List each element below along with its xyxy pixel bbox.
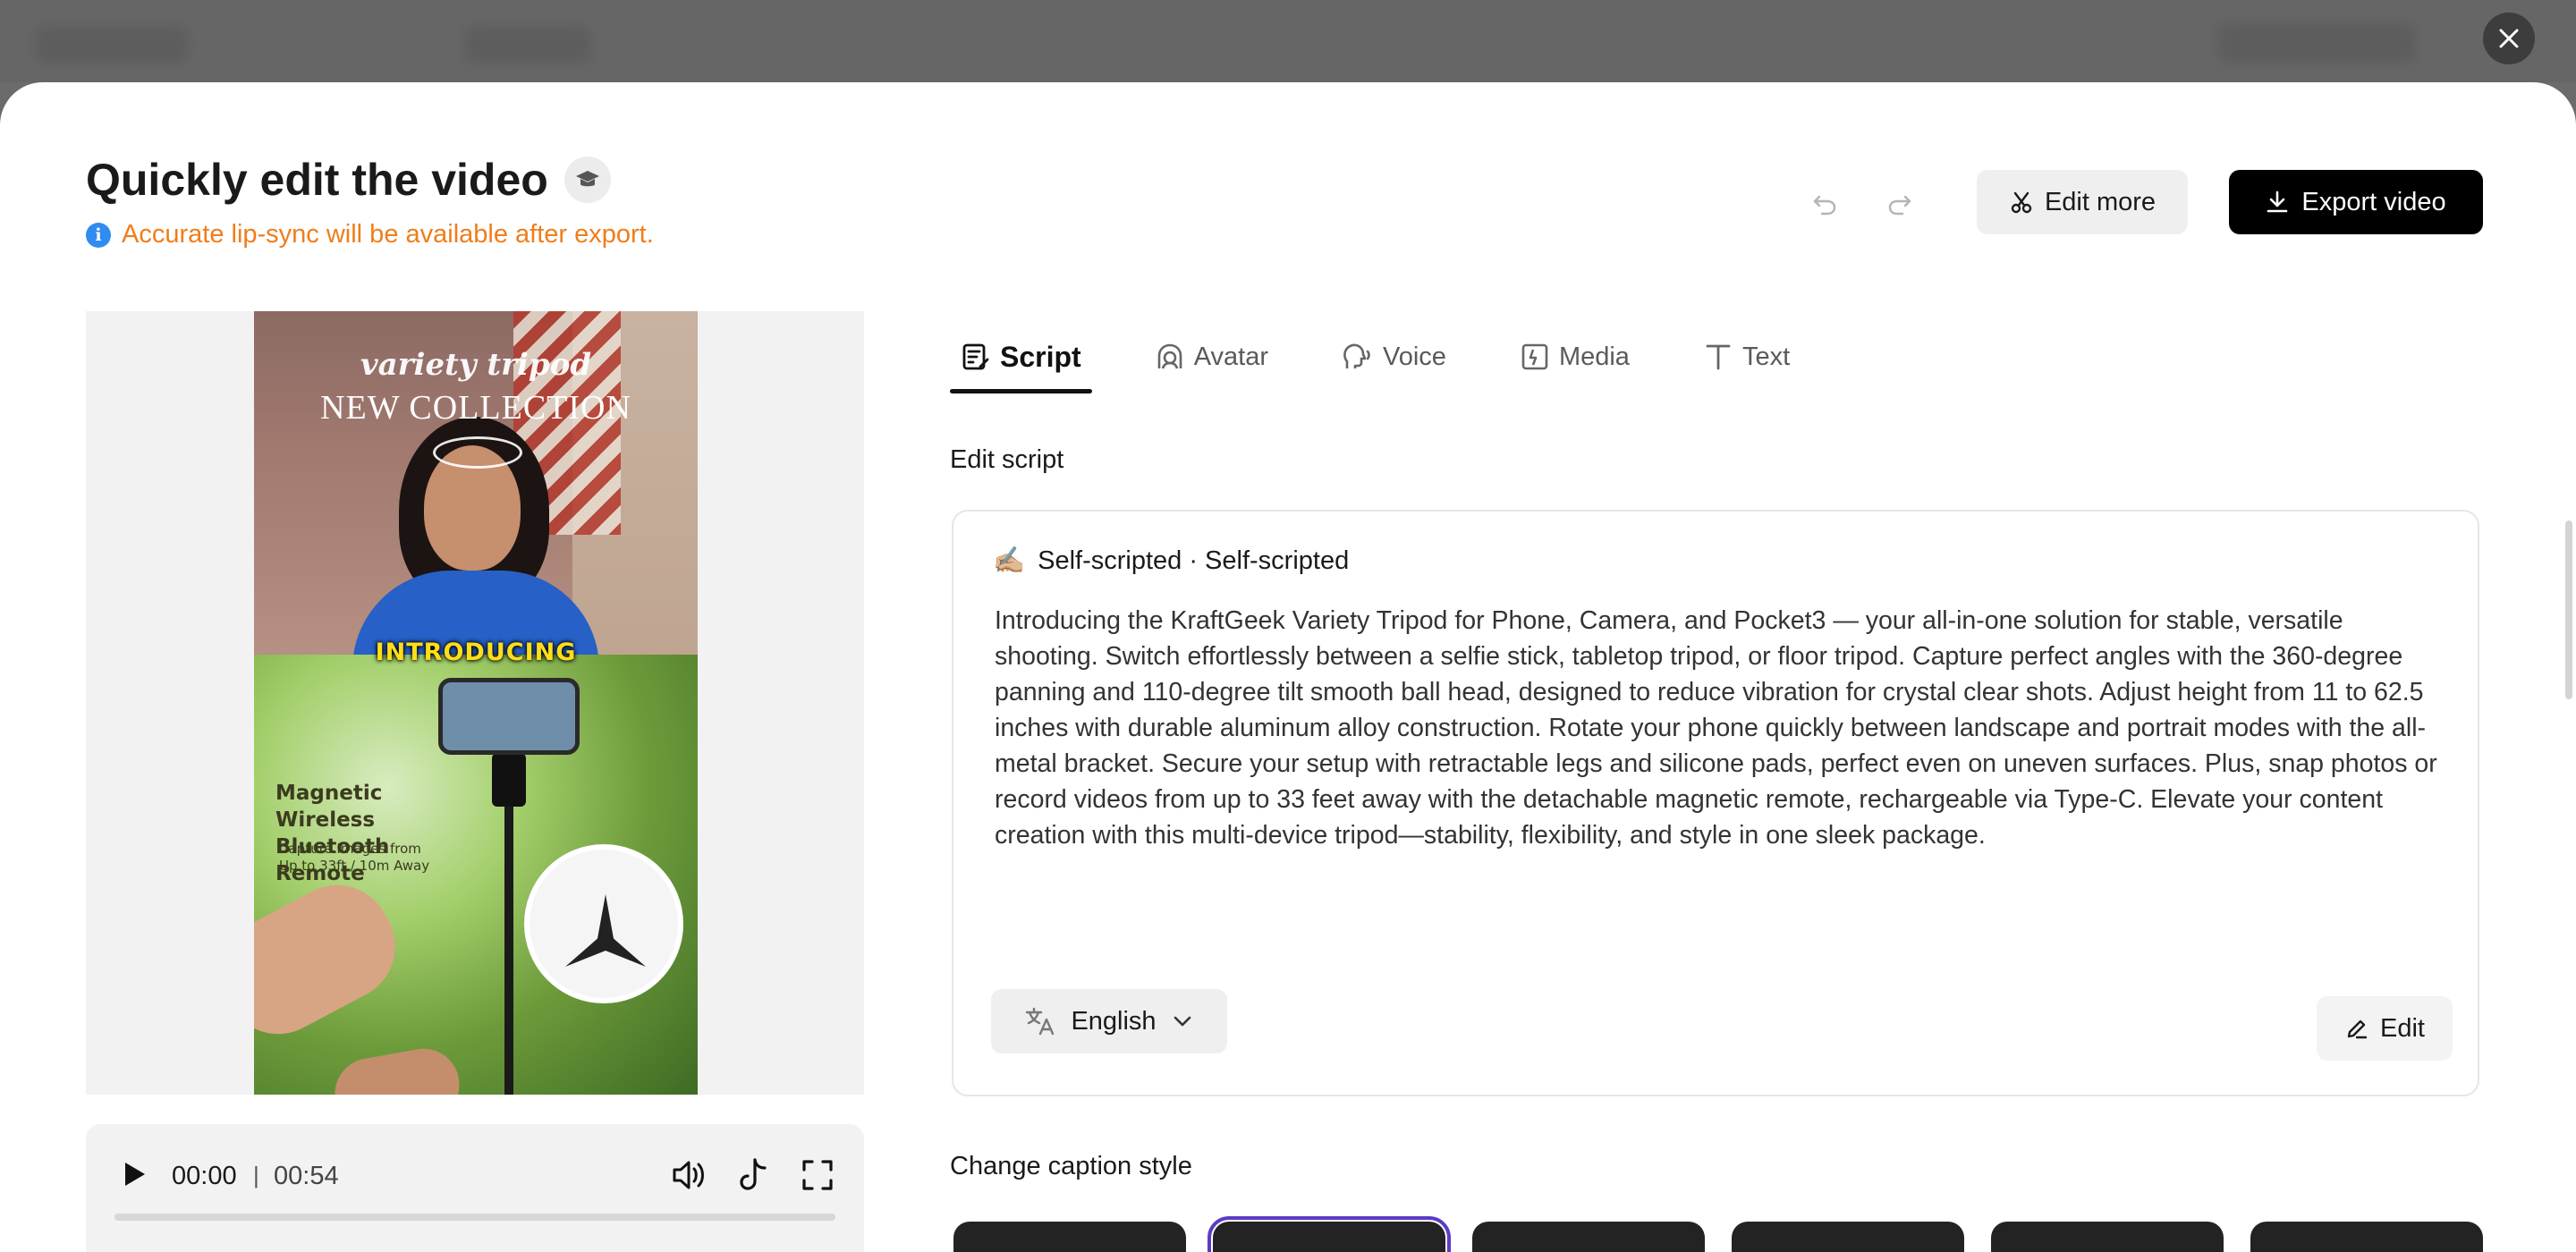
redo-icon bbox=[1888, 195, 1911, 216]
scissors-icon bbox=[2011, 191, 2032, 214]
caption-style-option[interactable] bbox=[1991, 1222, 2224, 1252]
close-modal-button[interactable] bbox=[2483, 13, 2535, 64]
close-icon bbox=[2499, 29, 2519, 48]
tripod-closeup bbox=[524, 844, 683, 1003]
caption-style-heading: Change caption style bbox=[950, 1152, 1192, 1180]
undo-button[interactable] bbox=[1803, 182, 1846, 225]
overlay-title-line1: variety tripod bbox=[360, 347, 592, 383]
edit-more-label: Edit more bbox=[2044, 187, 2157, 216]
script-body-text: Introducing the KraftGeek Variety Tripod… bbox=[995, 606, 2437, 850]
script-heading: ✍🏼 Self-scripted · Self-scripted bbox=[993, 546, 1349, 576]
caption-style-option[interactable] bbox=[953, 1222, 1186, 1252]
overlay-title-line2: NEW COLLECTION bbox=[320, 389, 631, 427]
title-row: Quickly edit the video bbox=[86, 154, 611, 206]
tab-avatar-label: Avatar bbox=[1193, 342, 1268, 371]
tab-text[interactable]: Text bbox=[1692, 326, 1801, 388]
redo-button[interactable] bbox=[1878, 182, 1921, 225]
volume-icon bbox=[673, 1161, 704, 1189]
tiktok-preview-button[interactable] bbox=[735, 1156, 771, 1194]
time-separator: | bbox=[253, 1162, 259, 1189]
play-icon bbox=[125, 1163, 145, 1186]
tiktok-icon bbox=[740, 1158, 767, 1190]
script-card: ✍🏼 Self-scripted · Self-scripted Introdu… bbox=[952, 510, 2479, 1096]
edit-script-heading: Edit script bbox=[950, 445, 1064, 474]
video-player-controls: 00:00 | 00:54 bbox=[86, 1124, 864, 1252]
graduation-cap-icon bbox=[575, 171, 599, 187]
edit-label: Edit bbox=[2380, 1013, 2425, 1043]
chevron-down-icon bbox=[1174, 1016, 1191, 1027]
volume-button[interactable] bbox=[669, 1156, 707, 1194]
tutorial-button[interactable] bbox=[564, 156, 611, 203]
tab-media[interactable]: Media bbox=[1509, 326, 1640, 388]
caption-style-option-selected[interactable] bbox=[1208, 1216, 1451, 1252]
media-icon bbox=[1521, 343, 1548, 370]
overlay-feature-subtitle: Capture Images from Up to 33ft / 10m Awa… bbox=[279, 841, 430, 874]
tab-script-label: Script bbox=[1000, 340, 1081, 373]
download-icon bbox=[2267, 190, 2288, 213]
scrollbar[interactable] bbox=[2565, 520, 2572, 699]
edit-more-button[interactable]: Edit more bbox=[1977, 170, 2188, 234]
tripod-pole bbox=[504, 776, 513, 1095]
play-button[interactable] bbox=[116, 1156, 152, 1192]
caption-style-option[interactable] bbox=[1472, 1222, 1705, 1252]
caption-style-list bbox=[953, 1216, 2483, 1252]
export-label: Export video bbox=[2301, 187, 2446, 216]
language-select[interactable]: English bbox=[991, 989, 1227, 1053]
fullscreen-icon bbox=[802, 1160, 833, 1190]
tab-script[interactable]: Script bbox=[950, 326, 1092, 393]
translate-icon bbox=[1026, 1007, 1055, 1036]
caption-style-option[interactable] bbox=[1732, 1222, 1964, 1252]
tab-text-label: Text bbox=[1741, 342, 1791, 371]
tab-voice-label: Voice bbox=[1382, 342, 1446, 371]
notice-text: Accurate lip-sync will be available afte… bbox=[122, 220, 654, 249]
video-frame: variety tripod NEW COLLECTION INTRODUCIN… bbox=[254, 311, 698, 1095]
current-time: 00:00 bbox=[172, 1162, 237, 1190]
pencil-icon bbox=[2347, 1019, 2368, 1039]
undo-icon bbox=[1813, 195, 1836, 216]
overlay-caption: INTRODUCING bbox=[375, 639, 577, 666]
tab-media-label: Media bbox=[1558, 342, 1630, 371]
page-title: Quickly edit the video bbox=[86, 155, 548, 205]
info-icon: i bbox=[86, 222, 111, 248]
lip-sync-notice: i Accurate lip-sync will be available af… bbox=[86, 220, 654, 250]
editor-tabs: Script Avatar Voice Media Text bbox=[950, 326, 1852, 397]
fullscreen-button[interactable] bbox=[800, 1156, 835, 1194]
tab-voice[interactable]: Voice bbox=[1331, 326, 1457, 388]
tab-avatar[interactable]: Avatar bbox=[1144, 326, 1279, 388]
page-backdrop bbox=[0, 0, 2576, 82]
voice-icon bbox=[1343, 343, 1370, 368]
phone-on-tripod bbox=[438, 678, 580, 755]
edit-video-modal: Quickly edit the video i Accurate lip-sy… bbox=[0, 82, 2576, 1252]
video-preview[interactable]: variety tripod NEW COLLECTION INTRODUCIN… bbox=[86, 311, 864, 1095]
caption-style-option[interactable] bbox=[2250, 1222, 2483, 1252]
playback-progress-bar[interactable] bbox=[114, 1214, 835, 1221]
script-icon bbox=[962, 343, 989, 370]
text-icon bbox=[1706, 344, 1731, 370]
language-value: English bbox=[1071, 1006, 1157, 1036]
total-time: 00:54 bbox=[274, 1162, 339, 1190]
script-source-label: Self-scripted · Self-scripted bbox=[1038, 546, 1350, 575]
avatar-icon bbox=[1157, 343, 1182, 369]
writing-hand-icon: ✍🏼 bbox=[993, 546, 1026, 575]
export-video-button[interactable]: Export video bbox=[2229, 170, 2483, 234]
edit-script-button[interactable]: Edit bbox=[2317, 996, 2453, 1061]
